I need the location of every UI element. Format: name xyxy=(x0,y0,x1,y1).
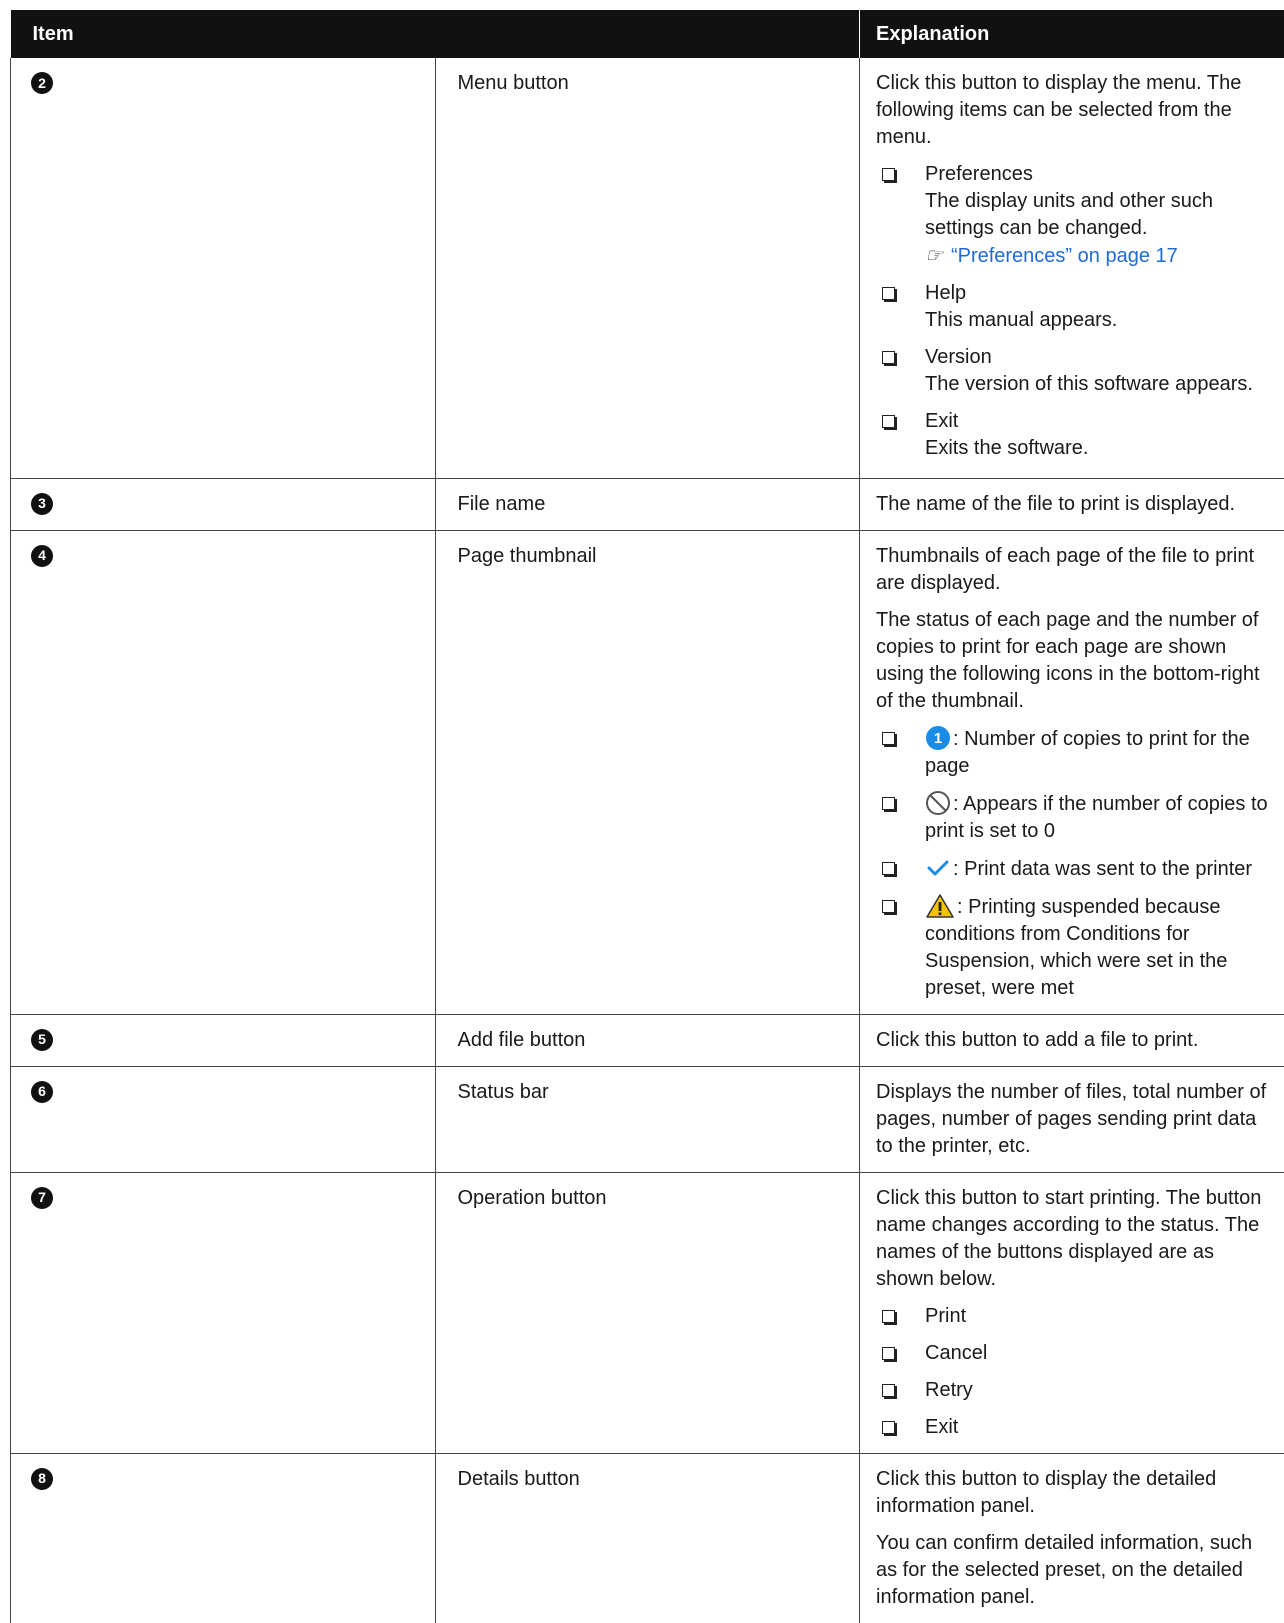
bullet-title: Version xyxy=(925,344,1276,371)
item-name: Status bar xyxy=(436,1067,860,1106)
item-name: Menu button xyxy=(436,58,860,97)
explanation-text: Click this button to add a file to print… xyxy=(860,1015,1284,1066)
bullet-title: Preferences xyxy=(925,161,1276,188)
copies-number-text: 1 xyxy=(934,730,942,747)
list-item: : Appears if the number of copies to pri… xyxy=(876,790,1276,845)
list-item: Exit Exits the software. xyxy=(876,408,1276,462)
checkbox-bullet-icon xyxy=(882,415,895,428)
checkbox-bullet-icon xyxy=(882,168,895,181)
icon-item-text: : Number of copies to print for the page xyxy=(925,728,1250,777)
checkbox-bullet-icon xyxy=(882,351,895,364)
explanation-cell: Click this button to display the menu. T… xyxy=(860,58,1284,474)
table-row: 3 File name The name of the file to prin… xyxy=(11,478,1284,530)
explanation-text: You can confirm detailed information, su… xyxy=(876,1530,1276,1611)
bullet-title: Cancel xyxy=(925,1340,1276,1367)
list-item: 1 : Number of copies to print for the pa… xyxy=(876,725,1276,780)
checkmark-icon xyxy=(925,855,951,881)
header-explanation: Explanation xyxy=(860,10,1284,58)
bullet-title: Print xyxy=(925,1303,1276,1330)
explanation-text: Click this button to display the menu. T… xyxy=(876,70,1276,151)
row-number-badge: 2 xyxy=(31,72,53,94)
bullet-desc: The version of this software appears. xyxy=(925,371,1276,398)
bullet-title: Exit xyxy=(925,408,1276,435)
table-row: 4 Page thumbnail Thumbnails of each page… xyxy=(11,530,1284,1014)
checkbox-bullet-icon xyxy=(882,900,895,913)
header-item: Item xyxy=(11,10,860,58)
copies-number-icon: 1 xyxy=(925,725,951,751)
item-name: Page thumbnail xyxy=(436,531,860,570)
bullet-title: Exit xyxy=(925,1414,1276,1441)
bullet-desc: The display units and other such setting… xyxy=(925,188,1276,242)
row-number-badge: 6 xyxy=(31,1081,53,1103)
item-name: Operation button xyxy=(436,1173,860,1212)
row-number-badge: 3 xyxy=(31,493,53,515)
item-name: Details button xyxy=(436,1454,860,1493)
row-number-badge: 7 xyxy=(31,1187,53,1209)
item-name: File name xyxy=(436,479,860,518)
row-number-badge: 4 xyxy=(31,545,53,567)
table-row: 7 Operation button Click this button to … xyxy=(11,1172,1284,1453)
bullet-desc: Exits the software. xyxy=(925,435,1276,462)
list-item: Preferences The display units and other … xyxy=(876,161,1276,270)
reference-pointer-icon: ☞ xyxy=(925,243,943,267)
checkbox-bullet-icon xyxy=(882,287,895,300)
checkbox-bullet-icon xyxy=(882,1421,895,1434)
explanation-text: The status of each page and the number o… xyxy=(876,607,1276,715)
checkbox-bullet-icon xyxy=(882,862,895,875)
prohibited-icon xyxy=(925,790,951,816)
explanation-text: Displays the number of files, total numb… xyxy=(860,1067,1284,1172)
bullet-title: Retry xyxy=(925,1377,1276,1404)
checkbox-bullet-icon xyxy=(882,732,895,745)
item-explanation-table: Item Explanation 2 Menu button Click thi… xyxy=(10,10,1284,1623)
list-item: Print xyxy=(876,1303,1276,1330)
table-row: 8 Details button Click this button to di… xyxy=(11,1453,1284,1623)
explanation-text: Click this button to display the detaile… xyxy=(876,1466,1276,1520)
explanation-text: Thumbnails of each page of the file to p… xyxy=(876,543,1276,597)
icon-item-text: : Appears if the number of copies to pri… xyxy=(925,793,1268,842)
checkbox-bullet-icon xyxy=(882,1310,895,1323)
list-item: Help This manual appears. xyxy=(876,280,1276,334)
list-item: Exit xyxy=(876,1414,1276,1441)
table-header-row: Item Explanation xyxy=(11,10,1284,58)
icon-item-text: : Printing suspended because conditions … xyxy=(925,896,1227,999)
checkbox-bullet-icon xyxy=(882,1347,895,1360)
list-item: : Printing suspended because conditions … xyxy=(876,893,1276,1002)
icon-item-text: : Print data was sent to the printer xyxy=(953,858,1252,880)
row-number-badge: 5 xyxy=(31,1029,53,1051)
explanation-cell: Click this button to start printing. The… xyxy=(860,1173,1284,1453)
checkbox-bullet-icon xyxy=(882,1384,895,1397)
list-item: Cancel xyxy=(876,1340,1276,1367)
preferences-link[interactable]: “Preferences” on page 17 xyxy=(951,245,1178,267)
table-row: 2 Menu button Click this button to displ… xyxy=(11,58,1284,478)
explanation-text: The name of the file to print is display… xyxy=(860,479,1284,530)
item-name: Add file button xyxy=(436,1015,860,1054)
row-number-badge: 8 xyxy=(31,1468,53,1490)
list-item: Version The version of this software app… xyxy=(876,344,1276,398)
bullet-desc: This manual appears. xyxy=(925,307,1276,334)
explanation-cell: Thumbnails of each page of the file to p… xyxy=(860,531,1284,1014)
explanation-text: Click this button to start printing. The… xyxy=(876,1185,1276,1293)
explanation-cell: Click this button to display the detaile… xyxy=(860,1454,1284,1623)
warning-icon xyxy=(925,893,955,919)
checkbox-bullet-icon xyxy=(882,797,895,810)
bullet-title: Help xyxy=(925,280,1276,307)
table-row: 5 Add file button Click this button to a… xyxy=(11,1014,1284,1066)
table-row: 6 Status bar Displays the number of file… xyxy=(11,1066,1284,1172)
list-item: Retry xyxy=(876,1377,1276,1404)
list-item: : Print data was sent to the printer xyxy=(876,855,1276,883)
